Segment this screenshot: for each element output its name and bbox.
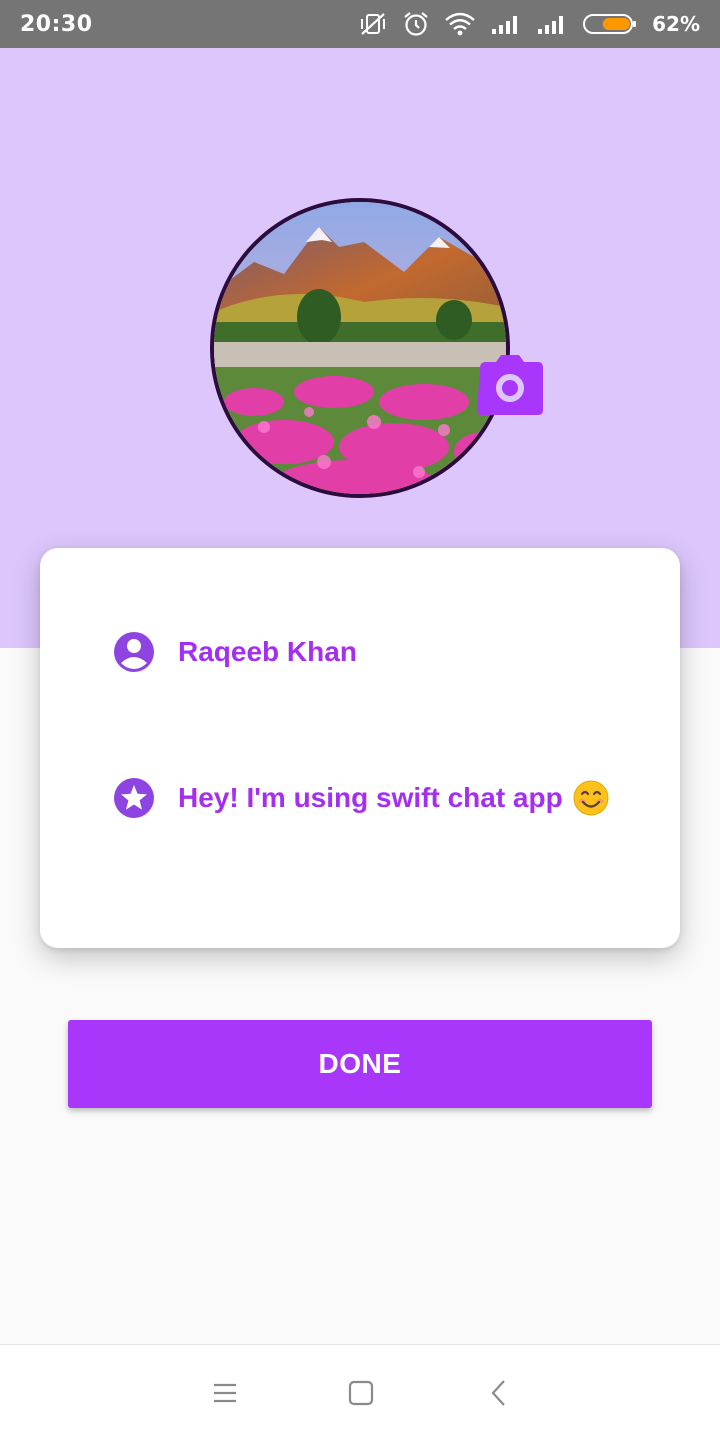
status-icons: 62% <box>358 10 700 38</box>
landscape-photo <box>214 202 506 494</box>
menu-icon[interactable] <box>207 1375 243 1411</box>
about-row[interactable]: Hey! I'm using swift chat app <box>112 776 609 820</box>
smiling-face-emoji <box>573 780 609 816</box>
profile-about: Hey! I'm using swift chat app <box>178 782 563 813</box>
name-row[interactable]: Raqeeb Khan <box>112 630 357 674</box>
battery-percent: 62% <box>652 12 700 36</box>
signal-icon <box>536 12 568 36</box>
profile-card: Raqeeb Khan Hey! I'm using swift chat ap… <box>40 548 680 948</box>
status-time: 20:30 <box>20 11 93 37</box>
system-nav-bar <box>0 1344 720 1440</box>
status-bar: 20:30 62% <box>0 0 720 48</box>
wifi-icon <box>444 11 476 37</box>
profile-name: Raqeeb Khan <box>178 636 357 667</box>
home-icon[interactable] <box>343 1375 379 1411</box>
done-button[interactable]: DONE <box>68 1020 652 1108</box>
signal-icon <box>490 12 522 36</box>
back-icon[interactable] <box>482 1375 518 1411</box>
account-circle-icon <box>112 630 156 674</box>
battery-icon <box>582 12 638 36</box>
star-circle-icon <box>112 776 156 820</box>
profile-avatar[interactable] <box>210 198 510 498</box>
alarm-icon <box>402 10 430 38</box>
change-photo-button[interactable] <box>476 354 544 416</box>
vibrate-off-icon <box>358 11 388 37</box>
camera-icon <box>477 355 543 415</box>
